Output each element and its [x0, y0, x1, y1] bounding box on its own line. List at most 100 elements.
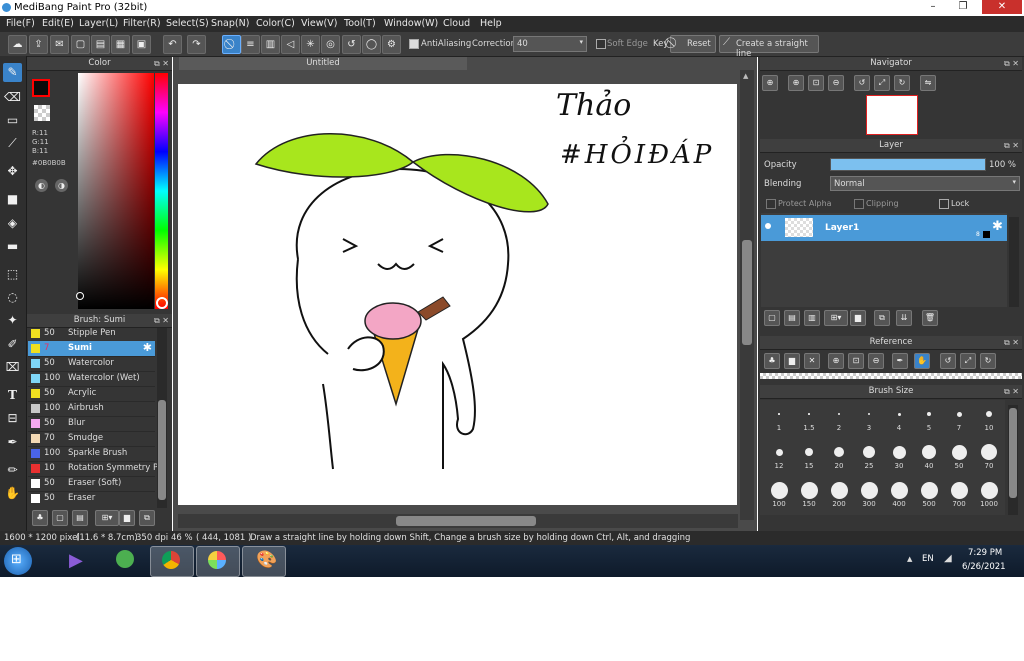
brush-list-item[interactable]: 100 Watercolor (Wet): [28, 371, 155, 387]
eyedropper-tool-icon[interactable]: ✒: [3, 433, 22, 452]
bucket-tool-icon[interactable]: ◈: [3, 214, 22, 233]
export-icon[interactable]: ▦: [111, 35, 130, 54]
layer-folder-icon[interactable]: ▆: [850, 310, 866, 326]
snap-off-icon[interactable]: ⃠: [222, 35, 241, 54]
menu-view[interactable]: View(V): [301, 18, 337, 29]
new-brush-icon[interactable]: ▢: [52, 510, 68, 526]
brush-folder-icon[interactable]: ▆: [119, 510, 135, 526]
gradient-tool-icon[interactable]: ▬: [3, 237, 22, 256]
brush-size-option[interactable]: 2: [826, 404, 852, 432]
brush-size-option[interactable]: 200: [826, 480, 852, 508]
hand-tool-icon[interactable]: ✋: [3, 484, 22, 503]
panel-close-icon[interactable]: ⧉ ✕: [154, 57, 169, 70]
opacity-slider[interactable]: [830, 158, 986, 171]
protect-alpha-checkbox[interactable]: [766, 199, 776, 209]
language-indicator[interactable]: EN: [922, 554, 934, 564]
brush-size-option[interactable]: 70: [976, 442, 1002, 470]
rotate-right-icon[interactable]: ↻: [894, 75, 910, 91]
reference-fit-window-icon[interactable]: ⤢: [960, 353, 976, 369]
magic-wand-tool-icon[interactable]: ✦: [3, 311, 22, 330]
network-icon[interactable]: ◢: [944, 553, 952, 564]
brush-list-scrollbar[interactable]: [157, 328, 167, 508]
menu-help[interactable]: Help: [480, 18, 502, 29]
brush-list-item[interactable]: 50 Watercolor: [28, 356, 155, 372]
clock-time[interactable]: 7:29 PM: [968, 548, 1002, 558]
lock-checkbox[interactable]: [939, 199, 949, 209]
soft-edge-checkbox[interactable]: [596, 39, 606, 49]
correction-select[interactable]: 40 ▾: [513, 36, 587, 52]
transparent-color-swatch[interactable]: [34, 105, 50, 121]
brush-list-item[interactable]: 70 Smudge: [28, 431, 155, 447]
grid-save-icon[interactable]: ▣: [132, 35, 151, 54]
layer-settings-gear-icon[interactable]: ✱: [992, 219, 1003, 234]
palette-add-icon[interactable]: ◑: [55, 179, 68, 192]
scroll-up-icon[interactable]: ▲: [743, 72, 748, 80]
panel-close-icon[interactable]: ⧉ ✕: [1004, 336, 1019, 349]
brush-list-item[interactable]: 50 Blur: [28, 416, 155, 432]
merge-layer-icon[interactable]: ⇊: [896, 310, 912, 326]
new-layer-8bit-icon[interactable]: ▤: [784, 310, 800, 326]
visibility-eye-icon[interactable]: [765, 223, 771, 229]
vertical-scrollbar-thumb[interactable]: [742, 240, 752, 345]
reference-canvas[interactable]: [760, 373, 1022, 379]
brush-size-option[interactable]: 15: [796, 442, 822, 470]
brush-size-option[interactable]: 400: [886, 480, 912, 508]
brush-size-option[interactable]: 10: [976, 404, 1002, 432]
brush-size-option[interactable]: 20: [826, 442, 852, 470]
brush-size-option[interactable]: 1.5: [796, 404, 822, 432]
brush-size-scrollbar-thumb[interactable]: [1009, 408, 1017, 498]
taskbar-visual-studio[interactable]: ▶: [58, 546, 100, 575]
minimize-button[interactable]: –: [920, 0, 946, 14]
new-document-icon[interactable]: ▢: [71, 35, 90, 54]
new-layer-icon[interactable]: ▢: [764, 310, 780, 326]
reference-hand-icon[interactable]: ✋: [914, 353, 930, 369]
brush-size-option[interactable]: 50: [946, 442, 972, 470]
close-button[interactable]: ✕: [982, 0, 1022, 14]
fit-window-icon[interactable]: ⤢: [874, 75, 890, 91]
brush-size-option[interactable]: 150: [796, 480, 822, 508]
create-straight-line-button[interactable]: ⟋ Create a straight line: [719, 35, 819, 59]
menu-cloud[interactable]: Cloud: [443, 18, 470, 29]
canvas-vertical-scrollbar[interactable]: ▲: [740, 70, 754, 520]
brush-size-option[interactable]: 300: [856, 480, 882, 508]
menu-tool[interactable]: Tool(T): [344, 18, 376, 29]
reference-close-icon[interactable]: ✕: [804, 353, 820, 369]
panel-close-icon[interactable]: ⧉ ✕: [1004, 385, 1019, 398]
dot-brush-tool-icon[interactable]: ⟋: [3, 134, 22, 153]
taskbar-chrome[interactable]: [150, 546, 194, 577]
rotate-left-icon[interactable]: ↺: [854, 75, 870, 91]
brush-settings-gear-icon[interactable]: ✱: [143, 341, 152, 354]
palette-icon[interactable]: ◐: [35, 179, 48, 192]
layer-list-scrollbar[interactable]: [1009, 217, 1019, 307]
brush-size-option[interactable]: 100: [766, 480, 792, 508]
rectangle-tool-icon[interactable]: ▭: [3, 111, 22, 130]
brush-duplicate-icon[interactable]: ⧉: [139, 510, 155, 526]
delete-layer-icon[interactable]: 🗑: [922, 310, 938, 326]
menu-file[interactable]: File(F): [6, 18, 35, 29]
add-layer-menu-icon[interactable]: ⊞▾: [824, 310, 848, 326]
navigator-thumbnail[interactable]: [866, 95, 918, 135]
undo-icon[interactable]: ↶: [163, 35, 182, 54]
brush-size-option[interactable]: 1: [766, 404, 792, 432]
brush-size-option[interactable]: 3: [856, 404, 882, 432]
brush-size-option[interactable]: 1000: [976, 480, 1002, 508]
clipping-checkbox[interactable]: [854, 199, 864, 209]
snap-settings-icon[interactable]: ⚙: [382, 35, 401, 54]
brush-size-scrollbar[interactable]: [1008, 405, 1018, 515]
text-tool-icon[interactable]: T: [3, 386, 22, 405]
menu-color[interactable]: Color(C): [256, 18, 295, 29]
reference-eyedropper-icon[interactable]: ✒: [892, 353, 908, 369]
layer-row-layer1[interactable]: Layer1 8 ✱: [761, 215, 1007, 241]
chat-icon[interactable]: ✉: [50, 35, 69, 54]
document-tab[interactable]: Untitled: [179, 57, 467, 70]
brush-list-item[interactable]: 50 Eraser (Soft): [28, 476, 155, 492]
brush-list-item[interactable]: 50 Stipple Pen: [28, 326, 155, 342]
restore-button[interactable]: ❐: [950, 0, 976, 14]
zoom-in-icon[interactable]: ⊕: [788, 75, 804, 91]
add-brush-icon[interactable]: ♣: [32, 510, 48, 526]
save-icon[interactable]: ▤: [91, 35, 110, 54]
brush-size-option[interactable]: 5: [916, 404, 942, 432]
clock-date[interactable]: 6/26/2021: [962, 562, 1006, 572]
brush-tool-icon[interactable]: ✎: [3, 63, 22, 82]
menu-edit[interactable]: Edit(E): [42, 18, 74, 29]
